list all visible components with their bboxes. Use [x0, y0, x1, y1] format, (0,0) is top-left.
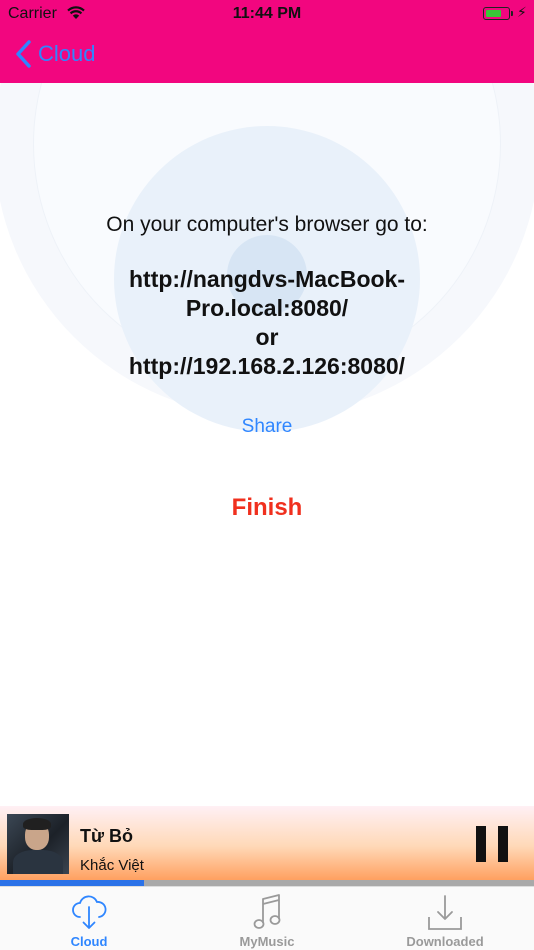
- mini-player[interactable]: Từ Bỏ Khắc Việt: [0, 806, 534, 886]
- song-title: Từ Bỏ: [80, 826, 134, 846]
- chevron-left-icon: [16, 40, 31, 68]
- status-bar: Carrier 11:44 PM ⚡: [0, 0, 534, 28]
- pause-button[interactable]: [476, 826, 508, 862]
- url-hostname-line-1: http://nangdvs-MacBook-: [129, 266, 405, 292]
- song-artist: Khắc Việt: [80, 857, 144, 874]
- finish-button[interactable]: Finish: [232, 494, 303, 521]
- navigation-bar: Carrier 11:44 PM ⚡ Cloud: [0, 0, 534, 83]
- tab-label-downloaded: Downloaded: [406, 934, 484, 949]
- tab-bar: Cloud MyMusic Downloaded: [0, 886, 534, 950]
- clock: 11:44 PM: [232, 5, 302, 22]
- tab-downloaded[interactable]: Downloaded: [356, 887, 534, 950]
- url-ip-address: http://192.168.2.126:8080/: [128, 353, 406, 379]
- tab-label-cloud: Cloud: [70, 934, 108, 949]
- album-art: [7, 814, 69, 874]
- share-button[interactable]: Share: [242, 416, 293, 437]
- ripple-background: [0, 83, 534, 803]
- url-hostname-line-2: Pro.local:8080/: [185, 295, 349, 321]
- back-button[interactable]: Cloud: [14, 38, 95, 70]
- cloud-download-icon: [72, 895, 107, 929]
- charging-icon: ⚡: [517, 4, 527, 20]
- music-note-icon: [253, 894, 281, 929]
- tab-cloud[interactable]: Cloud: [0, 887, 178, 950]
- url-separator: or: [255, 324, 279, 350]
- download-tray-icon: [428, 895, 462, 930]
- pause-icon: [476, 826, 486, 862]
- instruction-text: On your computer's browser go to:: [106, 213, 428, 236]
- pause-icon-bar: [498, 826, 508, 862]
- battery-icon: [483, 7, 513, 20]
- tab-mymusic[interactable]: MyMusic: [178, 887, 356, 950]
- share-row: Share: [0, 416, 534, 438]
- tab-label-mymusic: MyMusic: [239, 934, 295, 949]
- finish-row: Finish: [0, 494, 534, 522]
- back-label: Cloud: [38, 41, 96, 66]
- upload-screen: Carrier 11:44 PM ⚡ Cloud On your compute…: [0, 0, 534, 950]
